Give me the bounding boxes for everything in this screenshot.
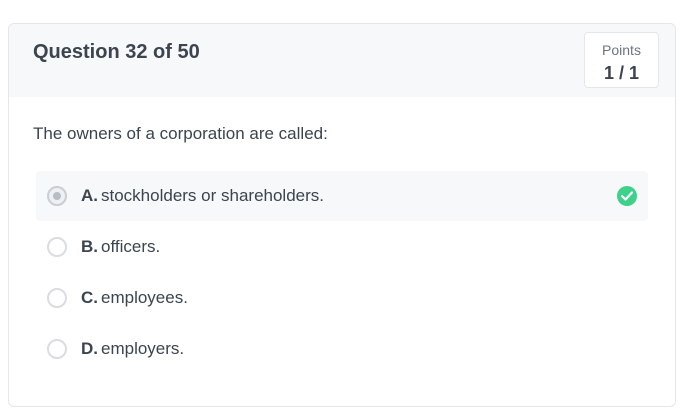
option-text: employers.	[101, 339, 185, 358]
option-text: employees.	[101, 288, 188, 307]
radio-dot	[53, 192, 61, 200]
radio-button[interactable]	[47, 288, 67, 308]
answer-options: A. stockholders or shareholders. B. offi…	[36, 171, 648, 375]
radio-button[interactable]	[47, 186, 67, 206]
points-label: Points	[602, 42, 641, 58]
question-card: Question 32 of 50 Points 1 / 1 The owner…	[8, 23, 676, 407]
check-circle-icon	[617, 186, 637, 206]
points-box: Points 1 / 1	[584, 32, 659, 88]
question-title: Question 32 of 50	[33, 41, 200, 63]
option-letter: C.	[81, 288, 98, 307]
option-text: stockholders or shareholders.	[101, 186, 325, 205]
radio-button[interactable]	[47, 237, 67, 257]
option-letter: A.	[81, 186, 98, 205]
question-text: The owners of a corporation are called:	[33, 124, 328, 143]
question-header: Question 32 of 50 Points 1 / 1	[9, 24, 675, 97]
radio-button[interactable]	[47, 339, 67, 359]
answer-option-d[interactable]: D. employers.	[36, 324, 648, 374]
option-text: officers.	[101, 237, 161, 256]
answer-option-a[interactable]: A. stockholders or shareholders.	[36, 171, 648, 221]
answer-option-c[interactable]: C. employees.	[36, 273, 648, 323]
answer-option-b[interactable]: B. officers.	[36, 222, 648, 272]
option-letter: B.	[81, 237, 98, 256]
option-letter: D.	[81, 339, 98, 358]
points-value: 1 / 1	[603, 63, 640, 83]
